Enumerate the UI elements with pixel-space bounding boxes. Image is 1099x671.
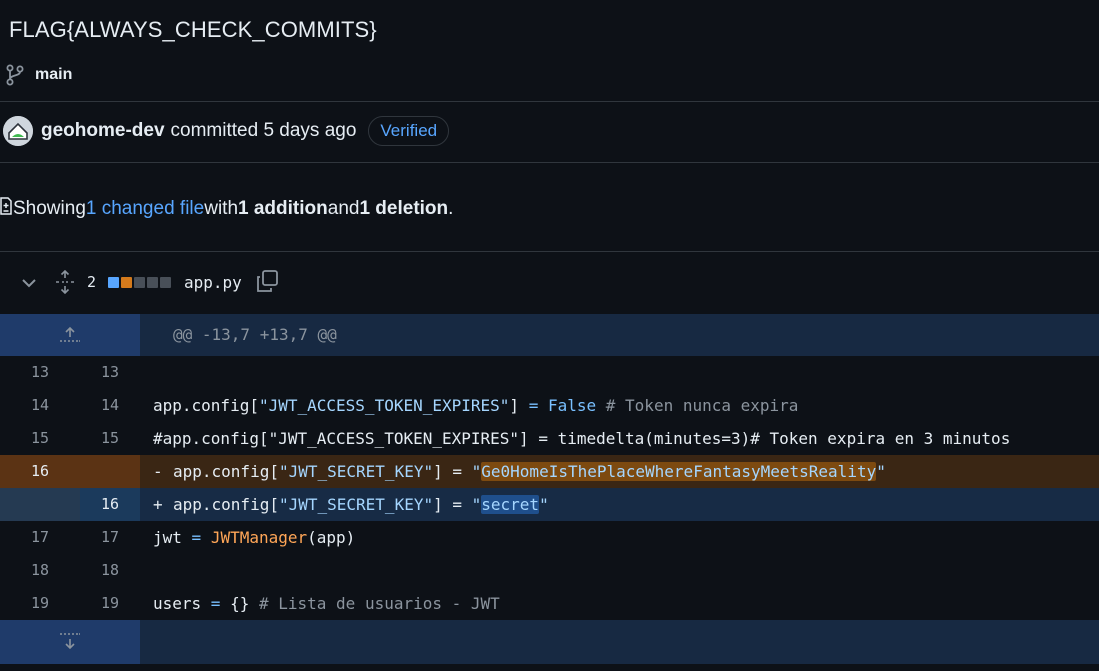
- commit-author-link[interactable]: geohome-dev: [41, 120, 165, 142]
- old-line-number[interactable]: 14: [0, 389, 80, 422]
- diff-line: 18 18: [0, 554, 1099, 587]
- expand-all-icon[interactable]: [54, 269, 76, 299]
- verified-badge[interactable]: Verified: [368, 116, 450, 146]
- old-line-number[interactable]: 13: [0, 356, 80, 389]
- diffstat-block: [147, 277, 158, 288]
- hunk-footer-row: [0, 620, 1099, 664]
- code-line: + app.config["JWT_SECRET_KEY"] = "secret": [140, 488, 1099, 521]
- diffstat-block: [160, 277, 171, 288]
- deletions-count: 1 deletion: [359, 198, 449, 219]
- new-line-number[interactable]: 19: [80, 587, 140, 620]
- old-line-number[interactable]: 17: [0, 521, 80, 554]
- added-secret: secret: [481, 495, 540, 514]
- diff-line: 15 15 #app.config["JWT_ACCESS_TOKEN_EXPI…: [0, 422, 1099, 455]
- divider: [0, 101, 1099, 102]
- new-line-number[interactable]: 17: [80, 521, 140, 554]
- diffstat-block: [108, 277, 119, 288]
- git-branch-icon: [5, 64, 25, 86]
- commit-title: FLAG{ALWAYS_CHECK_COMMITS}: [9, 17, 377, 42]
- diffstat-block: [121, 277, 132, 288]
- diff-line: 13 13: [0, 356, 1099, 389]
- code-line: #app.config["JWT_ACCESS_TOKEN_EXPIRES"] …: [153, 429, 1011, 448]
- copy-icon[interactable]: [255, 269, 279, 298]
- code-line: app.config["JWT_ACCESS_TOKEN_EXPIRES"] =…: [153, 396, 799, 415]
- diffstat: [108, 277, 171, 288]
- divider: [0, 162, 1099, 163]
- old-line-number[interactable]: 18: [0, 554, 80, 587]
- new-line-number[interactable]: 14: [80, 389, 140, 422]
- file-header: 2 app.py: [0, 252, 1099, 315]
- change-count: 2: [87, 273, 97, 291]
- diff-table: @@ -13,7 +13,7 @@ 13 13 14 14 app.config…: [0, 314, 1099, 664]
- code-line: - app.config["JWT_SECRET_KEY"] = "Ge0Home…: [140, 455, 1099, 488]
- summary-mid: with: [204, 198, 239, 219]
- deleted-line: 16 - app.config["JWT_SECRET_KEY"] = "Ge0H…: [0, 455, 1099, 488]
- branch-name: main: [35, 66, 73, 83]
- new-line-number[interactable]: 13: [80, 356, 140, 389]
- hunk-footer: [140, 620, 1099, 664]
- new-line-number[interactable]: 16: [80, 488, 140, 521]
- new-line-number[interactable]: [80, 455, 140, 488]
- old-line-number[interactable]: [0, 488, 80, 521]
- old-line-number[interactable]: 15: [0, 422, 80, 455]
- new-line-number[interactable]: 15: [80, 422, 140, 455]
- branch-indicator[interactable]: main: [5, 63, 72, 87]
- code-line: jwt = JWTManager(app): [153, 528, 356, 547]
- new-line-number[interactable]: 18: [80, 554, 140, 587]
- commit-meta: geohome-dev committed 5 days ago Verifie…: [3, 114, 450, 148]
- diff-summary: Showing 1 changed file with 1 addition a…: [0, 196, 453, 222]
- avatar[interactable]: [3, 116, 33, 146]
- hunk-header-row: @@ -13,7 +13,7 @@: [0, 314, 1099, 356]
- code-line: users = {} # Lista de usuarios - JWT: [153, 594, 500, 613]
- changed-files-link[interactable]: 1 changed file: [86, 198, 204, 220]
- added-line: 16 + app.config["JWT_SECRET_KEY"] = "secr…: [0, 488, 1099, 521]
- file-diff-icon: [0, 195, 13, 223]
- diff-line: 17 17 jwt = JWTManager(app): [0, 521, 1099, 554]
- old-line-number[interactable]: 19: [0, 587, 80, 620]
- removed-secret: Ge0HomeIsThePlaceWhereFantasyMeetsRealit…: [481, 462, 877, 481]
- expand-up-icon[interactable]: [0, 314, 140, 356]
- chevron-down-icon[interactable]: [20, 274, 38, 297]
- summary-suffix: .: [448, 198, 454, 219]
- diff-line: 19 19 users = {} # Lista de usuarios - J…: [0, 587, 1099, 620]
- diff-line: 14 14 app.config["JWT_ACCESS_TOKEN_EXPIR…: [0, 389, 1099, 422]
- additions-count: 1 addition: [238, 198, 328, 219]
- summary-prefix: Showing: [13, 198, 86, 219]
- diffstat-block: [134, 277, 145, 288]
- old-line-number[interactable]: 16: [0, 455, 80, 488]
- hunk-header: @@ -13,7 +13,7 @@: [140, 314, 1099, 356]
- commit-time: committed 5 days ago: [170, 120, 357, 141]
- file-name[interactable]: app.py: [184, 273, 242, 292]
- expand-down-icon[interactable]: [0, 620, 140, 664]
- file-diff: 2 app.py @@ -13,7 +13,7 @@ 13 13 14 14 a…: [0, 251, 1099, 671]
- summary-and: and: [327, 198, 360, 219]
